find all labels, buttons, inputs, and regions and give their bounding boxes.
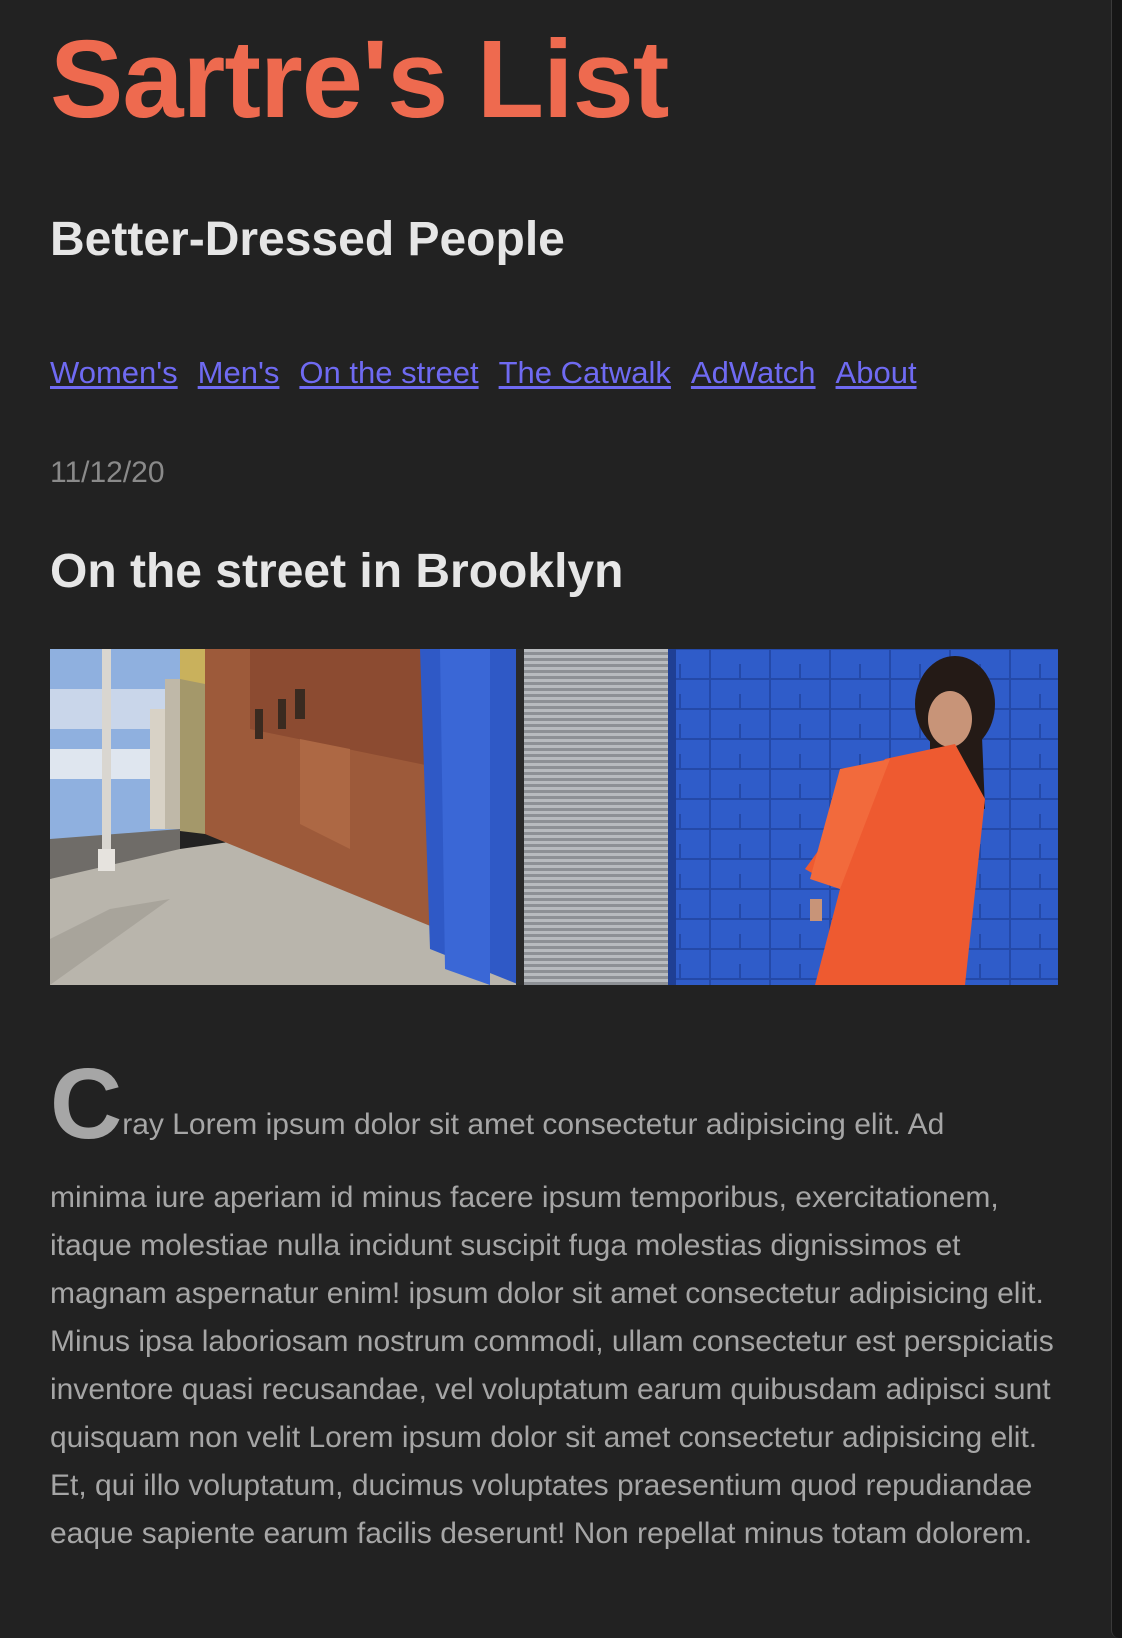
nav-link-womens[interactable]: Women's [50,353,178,393]
site-tagline: Better-Dressed People [50,213,565,266]
post-date: 11/12/20 [50,456,165,489]
nav-link-on-the-street[interactable]: On the street [299,353,478,393]
nav-link-the-catwalk[interactable]: The Catwalk [499,353,671,393]
main-nav: Women's Men's On the street The Catwalk … [50,353,937,393]
lede-text: ray Lorem ipsum dolor sit amet consectet… [122,1108,945,1141]
nav-link-mens[interactable]: Men's [198,353,280,393]
post-title: On the street in Brooklyn [50,545,624,598]
post-body: minima iure aperiam id minus facere ipsu… [50,1181,1054,1550]
drop-cap: C [50,1048,123,1160]
post-lede: Cray Lorem ipsum dolor sit amet consecte… [50,1054,1060,1154]
window-edge [1111,0,1122,1638]
page: Sartre's List Better-Dressed People Wome… [0,0,1122,1638]
site-title[interactable]: Sartre's List [50,0,1072,140]
hero-image [50,649,1058,985]
nav-link-about[interactable]: About [836,353,917,393]
nav-link-adwatch[interactable]: AdWatch [691,353,816,393]
